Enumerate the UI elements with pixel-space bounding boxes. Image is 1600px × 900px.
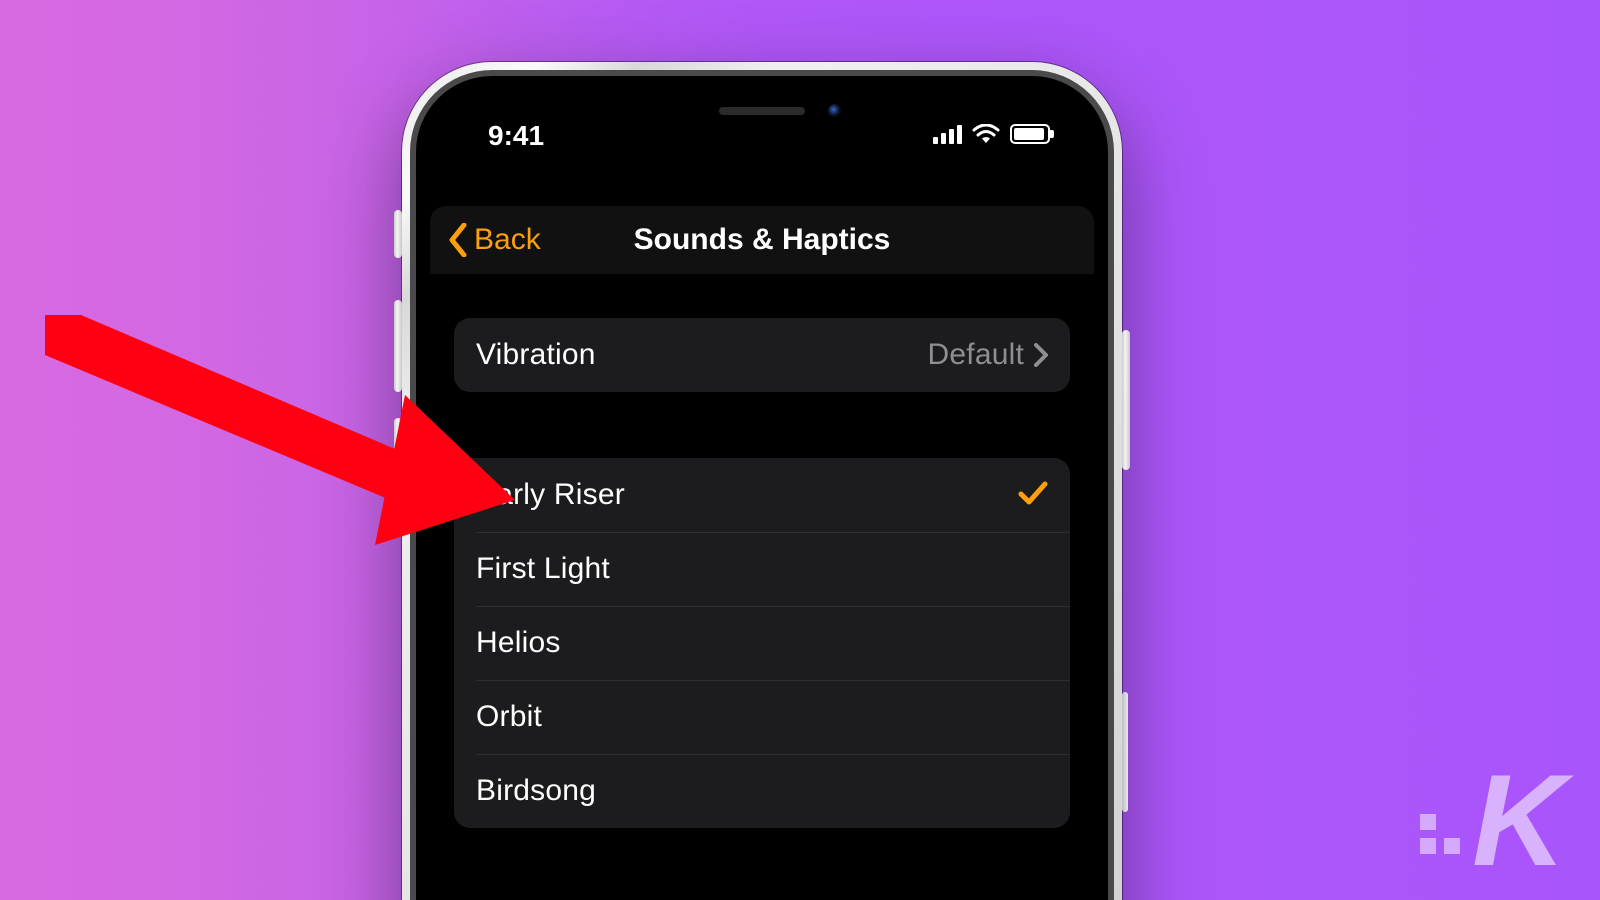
status-time: 9:41 <box>488 120 544 152</box>
sound-row-orbit[interactable]: Orbit <box>454 680 1070 754</box>
vibration-row[interactable]: Vibration Default <box>454 318 1070 392</box>
silence-switch <box>394 210 402 258</box>
phone-frame: 9:41 Back <box>402 62 1122 900</box>
sound-row-birdsong[interactable]: Birdsong <box>454 754 1070 828</box>
vibration-value: Default <box>928 338 1024 372</box>
cellular-icon <box>933 124 962 144</box>
sound-row-first-light[interactable]: First Light <box>454 532 1070 606</box>
screen: 9:41 Back <box>430 90 1094 900</box>
volume-down-button <box>394 418 402 510</box>
sounds-group: Early Riser First Light Helios Orbit <box>454 458 1070 828</box>
volume-up-button <box>394 300 402 392</box>
sim-tray <box>1122 692 1128 812</box>
watermark-dots-icon <box>1420 814 1460 854</box>
battery-icon <box>1010 124 1050 144</box>
front-camera <box>828 104 842 118</box>
sound-label: Helios <box>476 626 561 660</box>
notch <box>602 90 922 132</box>
wifi-icon <box>972 124 1000 144</box>
nav-bar: Back Sounds & Haptics <box>430 206 1094 274</box>
watermark-letter: K <box>1472 768 1560 872</box>
power-button <box>1122 330 1130 470</box>
settings-content[interactable]: Vibration Default Early Riser <box>430 274 1094 900</box>
checkmark-icon <box>1018 476 1048 515</box>
sound-label: Early Riser <box>476 478 625 512</box>
sound-row-early-riser[interactable]: Early Riser <box>454 458 1070 532</box>
page-title: Sounds & Haptics <box>430 206 1094 274</box>
sound-row-helios[interactable]: Helios <box>454 606 1070 680</box>
chevron-right-icon <box>1034 343 1048 367</box>
watermark: K <box>1420 768 1560 872</box>
sound-label: Birdsong <box>476 774 596 808</box>
speaker-grill <box>719 107 805 115</box>
sound-label: Orbit <box>476 700 542 734</box>
sound-label: First Light <box>476 552 610 586</box>
vibration-group: Vibration Default <box>454 318 1070 392</box>
vibration-label: Vibration <box>476 338 596 372</box>
